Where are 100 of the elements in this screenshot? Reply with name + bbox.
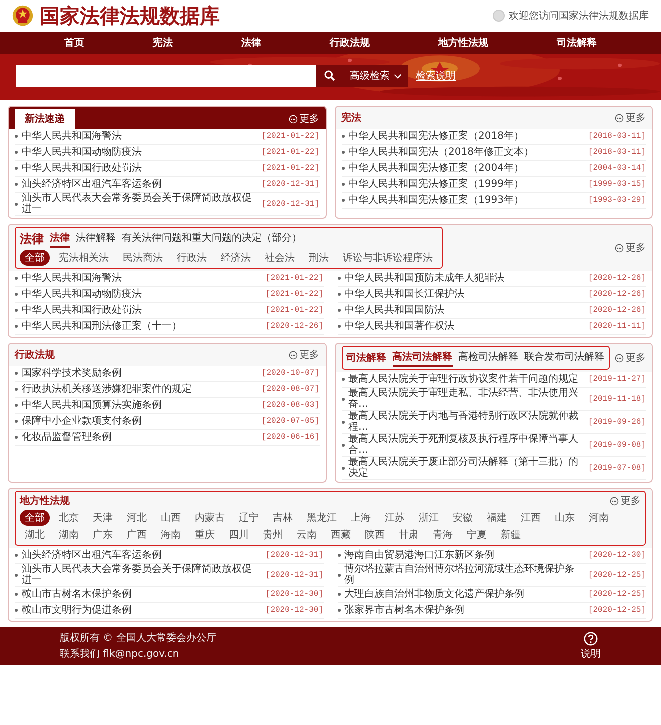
category-filter[interactable]: 宪法相关法: [54, 250, 114, 266]
nav-link[interactable]: 司法解释: [556, 36, 597, 50]
more-link[interactable]: 更多: [288, 112, 320, 126]
document-link[interactable]: 化妆品监督管理条例: [22, 432, 258, 443]
document-link[interactable]: 中华人民共和国动物防疫法: [22, 147, 258, 158]
region-filter[interactable]: 山东: [550, 510, 580, 526]
region-filter[interactable]: 江西: [516, 510, 546, 526]
region-filter[interactable]: 广东: [88, 527, 118, 543]
document-link[interactable]: 最高人民法院关于审理行政协议案件若干问题的规定: [348, 374, 584, 385]
region-filter[interactable]: 北京: [54, 510, 84, 526]
region-filter[interactable]: 新疆: [496, 527, 526, 543]
category-filter[interactable]: 经济法: [216, 250, 256, 266]
document-link[interactable]: 海南自由贸易港海口江东新区条例: [344, 550, 584, 561]
region-filter[interactable]: 云南: [292, 527, 322, 543]
region-filter[interactable]: 天津: [88, 510, 118, 526]
document-link[interactable]: 中华人民共和国宪法修正案（1993年）: [348, 195, 584, 206]
date-text: [2019-09-26]: [588, 418, 646, 426]
document-link[interactable]: 中华人民共和国海警法: [22, 273, 262, 284]
region-filter[interactable]: 全部: [20, 510, 50, 526]
tab[interactable]: 高法司法解释: [392, 349, 452, 367]
document-link[interactable]: 中华人民共和国行政处罚法: [22, 305, 262, 316]
advanced-search-dropdown[interactable]: 高级检索: [344, 65, 408, 87]
tab[interactable]: 法律解释: [76, 230, 116, 248]
document-link[interactable]: 博尔塔拉蒙古自治州博尔塔拉河流域生态环境保护条例: [344, 564, 584, 586]
region-filter[interactable]: 广西: [122, 527, 152, 543]
document-link[interactable]: 中华人民共和国预算法实施条例: [22, 400, 258, 411]
region-filter[interactable]: 贵州: [258, 527, 288, 543]
category-filter[interactable]: 刑法: [304, 250, 334, 266]
more-link[interactable]: 更多: [615, 111, 646, 125]
region-filter[interactable]: 上海: [346, 510, 376, 526]
category-filter[interactable]: 社会法: [260, 250, 300, 266]
region-filter[interactable]: 海南: [156, 527, 186, 543]
region-filter[interactable]: 湖南: [54, 527, 84, 543]
document-link[interactable]: 中华人民共和国宪法修正案（2018年）: [348, 131, 584, 142]
document-link[interactable]: 中华人民共和国刑法修正案（十一）: [22, 321, 262, 332]
document-link[interactable]: 张家界市古树名木保护条例: [344, 605, 584, 616]
region-filter[interactable]: 黑龙江: [302, 510, 342, 526]
category-filter[interactable]: 诉讼与非诉讼程序法: [338, 250, 438, 266]
document-link[interactable]: 汕头经济特区出租汽车客运条例: [22, 179, 258, 190]
more-link[interactable]: 更多: [288, 348, 320, 362]
document-link[interactable]: 汕头市人民代表大会常务委员会关于保障简政放权促进一: [22, 564, 262, 586]
region-filter[interactable]: 浙江: [414, 510, 444, 526]
document-link[interactable]: 鞍山市古树名木保护条例: [22, 589, 262, 600]
nav-link[interactable]: 宪法: [152, 36, 173, 50]
category-filter[interactable]: 民法商法: [118, 250, 168, 266]
region-filter[interactable]: 江苏: [380, 510, 410, 526]
document-link[interactable]: 中华人民共和国长江保护法: [344, 289, 584, 300]
tab[interactable]: 联合发布司法解释: [524, 349, 604, 367]
search-field[interactable]: [16, 65, 316, 87]
region-filter[interactable]: 福建: [482, 510, 512, 526]
document-link[interactable]: 中华人民共和国著作权法: [344, 321, 584, 332]
region-filter[interactable]: 陕西: [360, 527, 390, 543]
tab[interactable]: 法律: [50, 230, 70, 248]
category-filter[interactable]: 全部: [20, 250, 50, 266]
document-link[interactable]: 汕头市人民代表大会常务委员会关于保障简政放权促进一: [22, 193, 258, 215]
region-filter[interactable]: 安徽: [448, 510, 478, 526]
document-link[interactable]: 中华人民共和国动物防疫法: [22, 289, 262, 300]
document-link[interactable]: 中华人民共和国预防未成年人犯罪法: [344, 273, 584, 284]
nav-link[interactable]: 行政法规: [330, 36, 370, 50]
category-filter[interactable]: 行政法: [172, 250, 212, 266]
more-link[interactable]: 更多: [610, 494, 641, 508]
document-link[interactable]: 中华人民共和国宪法（2018年修正文本）: [348, 147, 584, 158]
nav-link[interactable]: 地方性法规: [438, 36, 488, 50]
region-filter[interactable]: 宁夏: [462, 527, 492, 543]
help-button[interactable]: 说明: [581, 632, 601, 660]
region-filter[interactable]: 甘肃: [394, 527, 424, 543]
region-filter[interactable]: 山西: [156, 510, 186, 526]
region-filter[interactable]: 青海: [428, 527, 458, 543]
region-filter[interactable]: 湖北: [20, 527, 50, 543]
region-filter[interactable]: 重庆: [190, 527, 220, 543]
region-filter[interactable]: 辽宁: [234, 510, 264, 526]
search-button[interactable]: [316, 65, 344, 87]
document-link[interactable]: 中华人民共和国行政处罚法: [22, 163, 258, 174]
region-filter[interactable]: 吉林: [268, 510, 298, 526]
region-filter[interactable]: 河北: [122, 510, 152, 526]
document-link[interactable]: 中华人民共和国宪法修正案（2004年）: [348, 163, 584, 174]
document-link[interactable]: 中华人民共和国国防法: [344, 305, 584, 316]
document-link[interactable]: 行政执法机关移送涉嫌犯罪案件的规定: [22, 384, 258, 395]
bullet-icon: [338, 277, 340, 280]
document-link[interactable]: 国家科学技术奖励条例: [22, 368, 258, 379]
more-link[interactable]: 更多: [615, 351, 646, 365]
region-filter[interactable]: 河南: [584, 510, 614, 526]
region-filter[interactable]: 内蒙古: [190, 510, 230, 526]
document-link[interactable]: 大理白族自治州非物质文化遗产保护条例: [344, 589, 584, 600]
document-link[interactable]: 最高人民法院关于死刑复核及执行程序中保障当事人合…: [348, 434, 584, 456]
region-filter[interactable]: 西藏: [326, 527, 356, 543]
document-link[interactable]: 鞍山市文明行为促进条例: [22, 605, 262, 616]
document-link[interactable]: 最高人民法院关于废止部分司法解释（第十三批）的决定: [348, 457, 584, 479]
tab[interactable]: 高检司法解释: [458, 349, 518, 367]
document-link[interactable]: 最高人民法院关于内地与香港特别行政区法院就仲裁程…: [348, 411, 584, 433]
tab[interactable]: 有关法律问题和重大问题的决定（部分）: [122, 230, 302, 248]
nav-link[interactable]: 法律: [241, 36, 262, 50]
more-link[interactable]: 更多: [615, 241, 646, 255]
nav-link[interactable]: 首页: [64, 36, 84, 50]
document-link[interactable]: 保障中小企业款项支付条例: [22, 416, 258, 427]
document-link[interactable]: 中华人民共和国宪法修正案（1999年）: [348, 179, 584, 190]
document-link[interactable]: 最高人民法院关于审理走私、非法经营、非法使用兴奋…: [348, 388, 584, 410]
document-link[interactable]: 汕头经济特区出租汽车客运条例: [22, 550, 262, 561]
region-filter[interactable]: 四川: [224, 527, 254, 543]
document-link[interactable]: 中华人民共和国海警法: [22, 131, 258, 142]
